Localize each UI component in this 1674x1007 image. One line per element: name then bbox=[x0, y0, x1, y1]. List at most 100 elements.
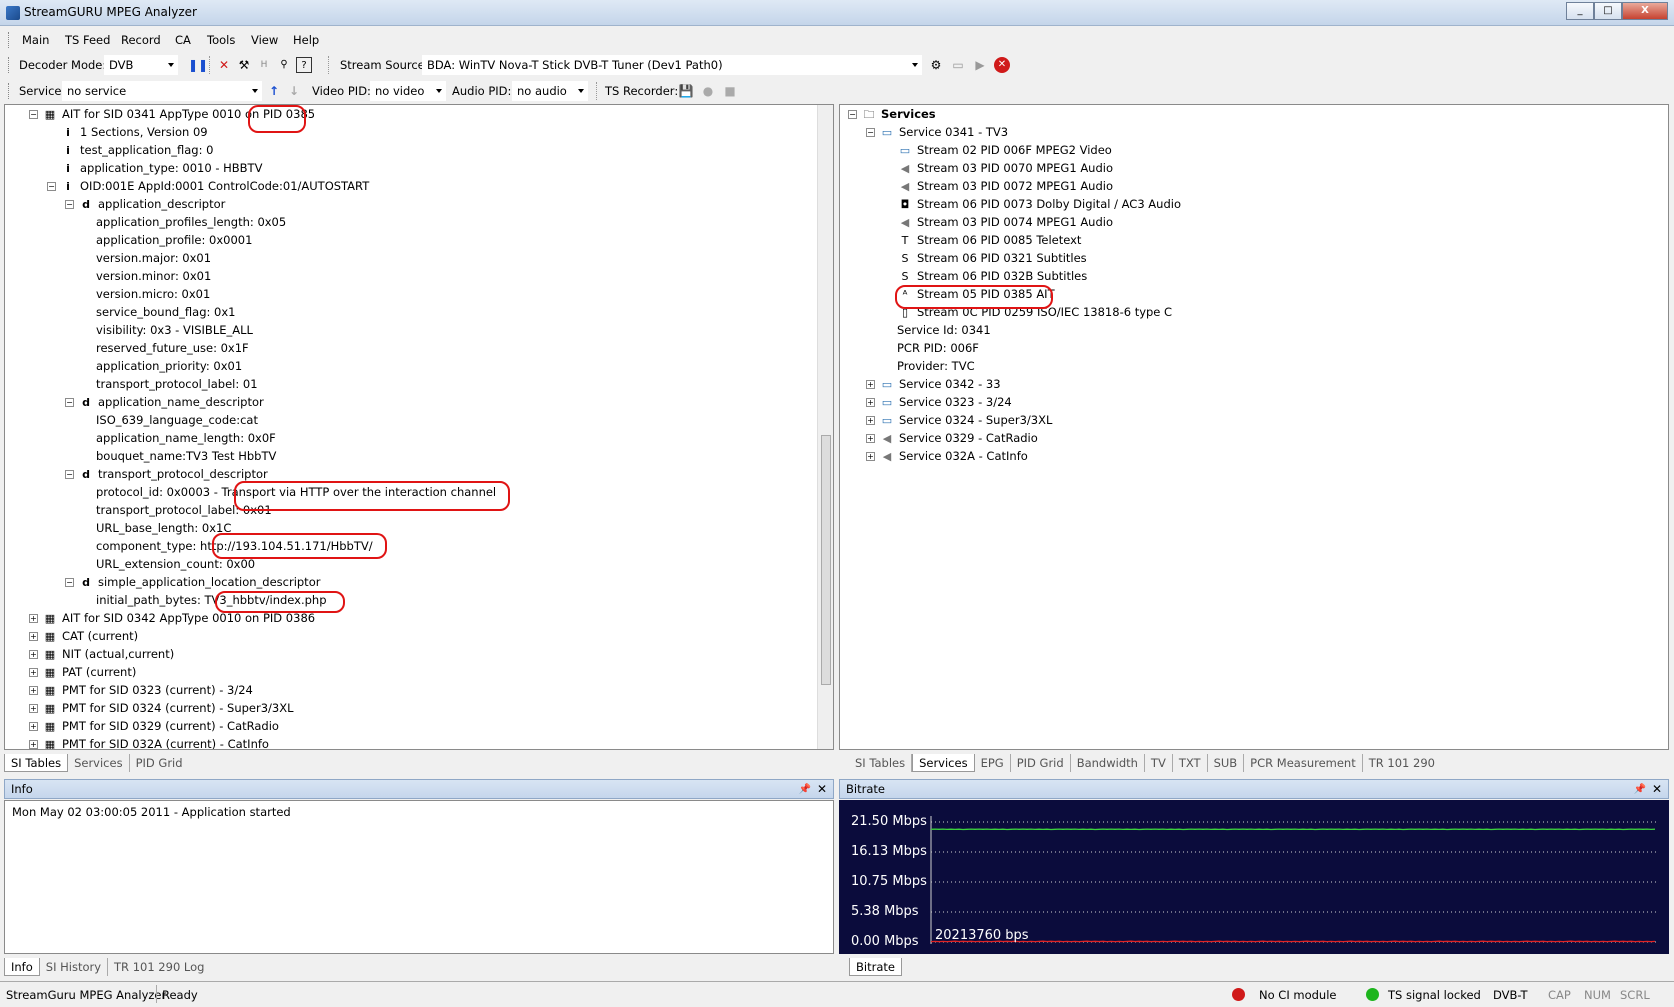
expand-icon[interactable]: + bbox=[29, 614, 38, 623]
si-tree-node[interactable]: transport_protocol_label: 0x01 bbox=[83, 501, 272, 519]
services-tree-node[interactable]: − 🗀 Services bbox=[848, 105, 936, 123]
maximize-button[interactable]: □ bbox=[1594, 2, 1622, 20]
collapse-icon[interactable]: − bbox=[47, 182, 56, 191]
menu-tools[interactable]: Tools bbox=[207, 33, 235, 47]
expand-icon[interactable]: + bbox=[866, 452, 875, 461]
tab-bitrate[interactable]: Bitrate bbox=[849, 958, 902, 976]
menu-main[interactable]: Main bbox=[22, 33, 49, 47]
si-tree-node[interactable]: i application_type: 0010 - HBBTV bbox=[47, 159, 262, 177]
hex-icon[interactable]: H bbox=[256, 57, 272, 73]
tab-epg[interactable]: EPG bbox=[975, 754, 1011, 772]
si-tree-node[interactable]: application_profile: 0x0001 bbox=[83, 231, 252, 249]
tab-sub[interactable]: SUB bbox=[1208, 754, 1245, 772]
menu-ts-feed[interactable]: TS Feed bbox=[65, 33, 110, 47]
close-icon[interactable]: ✕ bbox=[817, 780, 827, 798]
tab-services[interactable]: Services bbox=[68, 754, 130, 772]
decoder-mode-select[interactable]: DVB bbox=[104, 55, 178, 75]
si-tree-node[interactable]: − i OID:001E AppId:0001 ControlCode:01/AUT… bbox=[47, 177, 369, 195]
video-pid-select[interactable]: no video bbox=[370, 81, 446, 101]
si-tree-node[interactable]: + ▦ NIT (actual,current) bbox=[29, 645, 174, 663]
expand-icon[interactable]: + bbox=[29, 704, 38, 713]
tab-services[interactable]: Services bbox=[912, 754, 975, 772]
expand-icon[interactable]: + bbox=[29, 722, 38, 731]
si-tree-node[interactable]: transport_protocol_label: 01 bbox=[83, 375, 258, 393]
si-tree-node[interactable]: + ▦ PAT (current) bbox=[29, 663, 136, 681]
services-tree[interactable]: − 🗀 Services − ▭ Service 0341 - TV3 ▭ Stream 02… bbox=[839, 104, 1669, 750]
si-tree-node[interactable]: + ▦ AIT for SID 0342 AppType 0010 on PID 0… bbox=[29, 609, 315, 627]
arrow-up-icon[interactable]: ↑ bbox=[266, 83, 282, 99]
tab-pid-grid[interactable]: PID Grid bbox=[130, 754, 189, 772]
help-icon[interactable]: ? bbox=[296, 57, 312, 73]
save-icon[interactable]: 💾 bbox=[678, 83, 694, 99]
services-tree-node[interactable]: ◘ Stream 06 PID 0073 Dolby Digital / AC3 … bbox=[884, 195, 1181, 213]
si-tree-node[interactable]: service_bound_flag: 0x1 bbox=[83, 303, 235, 321]
pin-icon[interactable]: 📌 bbox=[1634, 781, 1646, 799]
si-tree-node[interactable]: − d application_descriptor bbox=[65, 195, 225, 213]
expand-icon[interactable]: + bbox=[866, 380, 875, 389]
tab-si-history[interactable]: SI History bbox=[40, 958, 109, 976]
tab-info[interactable]: Info bbox=[4, 958, 40, 976]
si-tree-node[interactable]: i test_application_flag: 0 bbox=[47, 141, 213, 159]
si-tree-node[interactable]: visibility: 0x3 - VISIBLE_ALL bbox=[83, 321, 253, 339]
services-tree-node[interactable]: + ▭ Service 0342 - 33 bbox=[866, 375, 1001, 393]
si-tree-node[interactable]: initial_path_bytes: TV3_hbbtv/index.php bbox=[83, 591, 327, 609]
tab-tr-101-290[interactable]: TR 101 290 bbox=[1363, 754, 1441, 772]
collapse-icon[interactable]: − bbox=[65, 578, 74, 587]
si-tree-node[interactable]: − d simple_application_location_descriptor bbox=[65, 573, 320, 591]
stream-source-select[interactable]: BDA: WinTV Nova-T Stick DVB-T Tuner (Dev… bbox=[422, 55, 922, 75]
settings-icon[interactable]: ⚙ bbox=[928, 57, 944, 73]
tab-si-tables[interactable]: SI Tables bbox=[849, 754, 913, 772]
services-tree-node[interactable]: ᴬ Stream 05 PID 0385 AIT bbox=[884, 285, 1055, 303]
si-tree-node[interactable]: version.micro: 0x01 bbox=[83, 285, 210, 303]
si-tree-node[interactable]: + ▦ PMT for SID 0323 (current) - 3/24 bbox=[29, 681, 253, 699]
audio-pid-select[interactable]: no audio bbox=[512, 81, 588, 101]
collapse-icon[interactable]: − bbox=[848, 110, 857, 119]
menu-ca[interactable]: CA bbox=[175, 33, 191, 47]
pause-icon[interactable]: ❚❚ bbox=[188, 57, 208, 73]
si-tree-node[interactable]: URL_extension_count: 0x00 bbox=[83, 555, 255, 573]
collapse-icon[interactable]: − bbox=[65, 470, 74, 479]
collapse-icon[interactable]: − bbox=[866, 128, 875, 137]
stop-x-icon[interactable]: ✕ bbox=[216, 57, 232, 73]
services-tree-node[interactable]: S Stream 06 PID 0321 Subtitles bbox=[884, 249, 1087, 267]
expand-icon[interactable]: + bbox=[866, 434, 875, 443]
si-tree-node[interactable]: application_priority: 0x01 bbox=[83, 357, 242, 375]
si-tree-node[interactable]: reserved_future_use: 0x1F bbox=[83, 339, 249, 357]
expand-icon[interactable]: + bbox=[29, 740, 38, 749]
si-tree-node[interactable]: version.minor: 0x01 bbox=[83, 267, 211, 285]
si-tree-node[interactable]: i 1 Sections, Version 09 bbox=[47, 123, 207, 141]
expand-icon[interactable]: + bbox=[29, 632, 38, 641]
services-tree-node[interactable]: PCR PID: 006F bbox=[884, 339, 979, 357]
expand-icon[interactable]: + bbox=[29, 650, 38, 659]
services-tree-node[interactable]: ▯ Stream 0C PID 0259 ISO/IEC 13818-6 type… bbox=[884, 303, 1172, 321]
tab-txt[interactable]: TXT bbox=[1173, 754, 1208, 772]
si-tree-node[interactable]: − d transport_protocol_descriptor bbox=[65, 465, 268, 483]
window-icon[interactable]: ▭ bbox=[950, 57, 966, 73]
scroll-thumb[interactable] bbox=[821, 435, 831, 685]
services-tree-node[interactable]: ◀ Stream 03 PID 0070 MPEG1 Audio bbox=[884, 159, 1113, 177]
tab-tr-101-290-log[interactable]: TR 101 290 Log bbox=[108, 958, 210, 976]
expand-icon[interactable]: + bbox=[866, 416, 875, 425]
services-tree-node[interactable]: + ◀ Service 0329 - CatRadio bbox=[866, 429, 1038, 447]
menu-record[interactable]: Record bbox=[121, 33, 161, 47]
pin-icon[interactable]: 📌 bbox=[799, 781, 811, 799]
collapse-icon[interactable]: − bbox=[29, 110, 38, 119]
collapse-icon[interactable]: − bbox=[65, 200, 74, 209]
services-tree-node[interactable]: T Stream 06 PID 0085 Teletext bbox=[884, 231, 1082, 249]
services-tree-node[interactable]: Service Id: 0341 bbox=[884, 321, 991, 339]
services-tree-node[interactable]: S Stream 06 PID 032B Subtitles bbox=[884, 267, 1088, 285]
tab-bandwidth[interactable]: Bandwidth bbox=[1071, 754, 1145, 772]
left-scrollbar[interactable] bbox=[817, 105, 833, 749]
close-icon[interactable]: ✕ bbox=[1652, 780, 1662, 798]
tab-pcr-measurement[interactable]: PCR Measurement bbox=[1244, 754, 1363, 772]
tab-si-tables[interactable]: SI Tables bbox=[4, 754, 69, 772]
menu-view[interactable]: View bbox=[251, 33, 278, 47]
si-tree-node[interactable]: + ▦ CAT (current) bbox=[29, 627, 138, 645]
menu-help[interactable]: Help bbox=[293, 33, 319, 47]
services-tree-node[interactable]: ◀ Stream 03 PID 0074 MPEG1 Audio bbox=[884, 213, 1113, 231]
pid-icon[interactable]: ⚲ bbox=[276, 57, 292, 73]
si-tree-node[interactable]: + ▦ PMT for SID 0324 (current) - Super3/3X… bbox=[29, 699, 294, 717]
record-icon[interactable]: ● bbox=[700, 83, 716, 99]
si-tree-node[interactable]: URL_base_length: 0x1C bbox=[83, 519, 231, 537]
collapse-icon[interactable]: − bbox=[65, 398, 74, 407]
